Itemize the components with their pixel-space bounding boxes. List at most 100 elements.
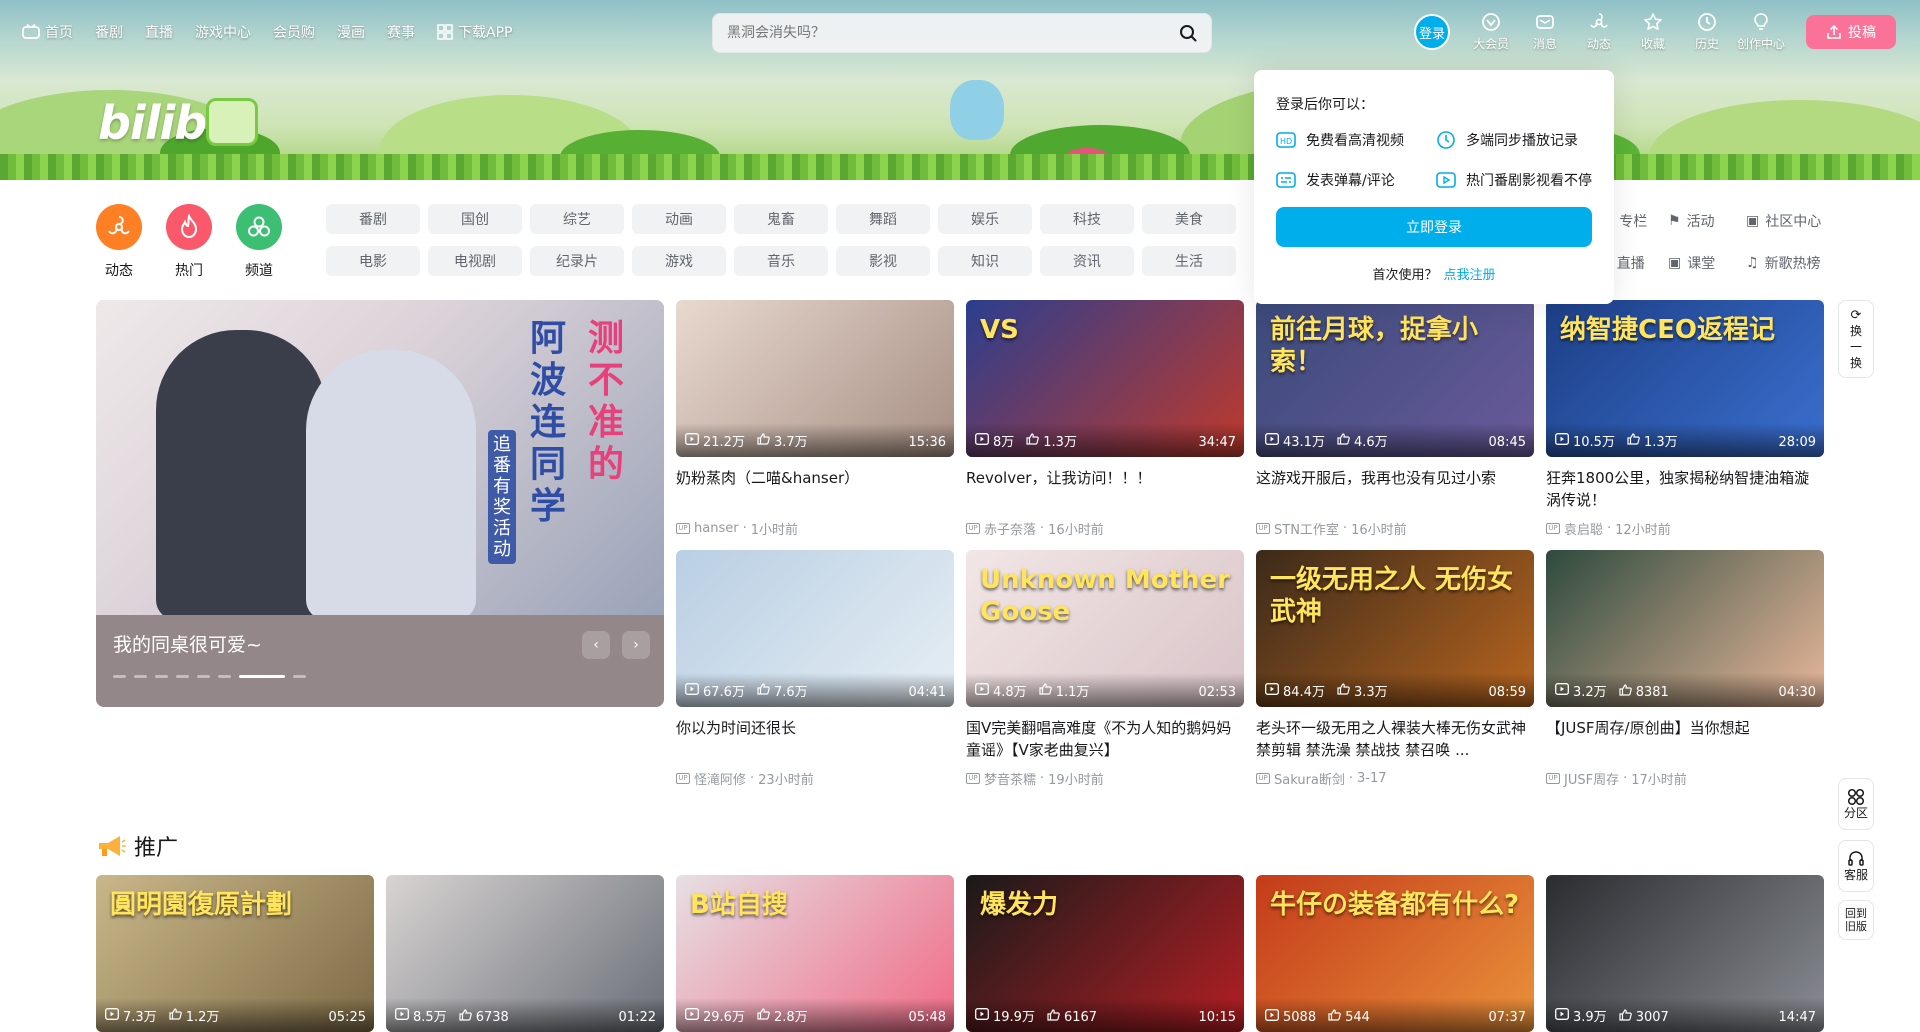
video-card[interactable]: 21.2万 3.7万 15:36 奶粉蒸肉（二喵&hanser） UP hanser · 1小… (676, 300, 954, 538)
nav-manga[interactable]: 漫画 (337, 22, 365, 42)
nav-vip[interactable]: 大会员 (1473, 12, 1509, 52)
video-thumbnail[interactable]: 8.5万 6738 01:22 (386, 875, 664, 1032)
nav-esports[interactable]: 赛事 (387, 22, 415, 42)
video-thumbnail[interactable]: 纳智捷CEO返程记 10.5万 1.3万 28:09 (1546, 300, 1824, 457)
login-avatar[interactable]: 登录 (1414, 14, 1450, 50)
category-chip[interactable]: 鬼畜 (734, 204, 828, 234)
video-thumbnail[interactable]: Unknown Mother Goose 4.8万 1.1万 02:53 (966, 550, 1244, 707)
video-meta[interactable]: UP hanser · 1小时前 (676, 519, 954, 538)
nav-game-center[interactable]: 游戏中心 (195, 22, 251, 42)
upload-button[interactable]: 投稿 (1806, 15, 1896, 49)
link-new-songs[interactable]: ♫ 新歌热榜 (1746, 253, 1821, 273)
link-classroom[interactable]: ▣ 课堂 (1668, 253, 1715, 273)
link-activity[interactable]: ⚑ 活动 (1668, 211, 1715, 231)
video-card[interactable]: 圓明園復原計劃 7.3万 1.2万 05:25 (96, 875, 374, 1032)
video-meta[interactable]: UP 梦音茶糯 · 19小时前 (966, 769, 1244, 788)
video-thumbnail[interactable]: 圓明園復原計劃 7.3万 1.2万 05:25 (96, 875, 374, 1032)
video-meta[interactable]: UP Sakura断剑 · 3-17 (1256, 769, 1534, 788)
carousel-dot[interactable] (155, 675, 168, 678)
video-thumbnail[interactable]: 一级无用之人 无伤女武神 84.4万 3.3万 08:59 (1256, 550, 1534, 707)
carousel-image[interactable]: 测不准的 阿波连同学 追番有奖活动 (96, 300, 664, 620)
category-chip[interactable]: 美食 (1142, 204, 1236, 234)
search-button[interactable] (1171, 17, 1205, 49)
category-chip[interactable]: 游戏 (632, 246, 726, 276)
video-title[interactable]: 奶粉蒸肉（二喵&hanser） (676, 467, 954, 511)
video-thumbnail[interactable]: 21.2万 3.7万 15:36 (676, 300, 954, 457)
category-chip[interactable]: 番剧 (326, 204, 420, 234)
register-link[interactable]: 点我注册 (1444, 268, 1496, 283)
video-card[interactable]: 纳智捷CEO返程记 10.5万 1.3万 28:09 狂奔1800公里，独家揭秘纳智捷油… (1546, 300, 1824, 538)
video-card[interactable]: 前往月球，捉拿小索！ 43.1万 4.6万 08:45 这游戏开服后，我再也没有见过小索… (1256, 300, 1534, 538)
video-card[interactable]: 牛仔の装备都有什么? 5088 544 07:37 (1256, 875, 1534, 1032)
video-thumbnail[interactable]: VS 8万 1.3万 34:47 (966, 300, 1244, 457)
video-meta[interactable]: UP JUSF周存 · 17小时前 (1546, 769, 1824, 788)
video-title[interactable]: 【JUSF周存/原创曲】当你想起 (1546, 717, 1824, 761)
video-meta[interactable]: UP 赤子奈落 · 16小时前 (966, 519, 1244, 538)
video-meta[interactable]: UP 袁启聪 · 12小时前 (1546, 519, 1824, 538)
video-title[interactable]: 你以为时间还很长 (676, 717, 954, 761)
carousel-title[interactable]: 我的同桌很可爱~ (113, 630, 262, 657)
carousel-dot[interactable] (134, 675, 147, 678)
nav-creator-center[interactable]: 创作中心 (1737, 12, 1785, 52)
category-chip[interactable]: 综艺 (530, 204, 624, 234)
category-chip[interactable]: 娱乐 (938, 204, 1032, 234)
category-chip[interactable]: 生活 (1142, 246, 1236, 276)
nav-member-shop[interactable]: 会员购 (273, 22, 315, 42)
nav-live[interactable]: 直播 (145, 22, 173, 42)
video-title[interactable]: 老头环一级无用之人裸装大棒无伤女武神 禁剪辑 禁洗澡 禁战技 禁召唤 ... (1256, 717, 1534, 761)
video-card[interactable]: B站自搜 29.6万 2.8万 05:48 (676, 875, 954, 1032)
video-card[interactable]: Unknown Mother Goose 4.8万 1.1万 02:53 国V完美翻唱高… (966, 550, 1244, 788)
refresh-button[interactable]: ⟳ 换一换 (1838, 300, 1874, 378)
carousel-dot-active[interactable] (239, 675, 285, 678)
carousel-dot[interactable] (218, 675, 231, 678)
channel-dynamic[interactable]: 动态 (89, 204, 149, 280)
video-thumbnail[interactable]: 3.9万 3007 14:47 (1546, 875, 1824, 1032)
nav-dynamic[interactable]: 动态 (1582, 12, 1616, 52)
category-chip[interactable]: 电视剧 (428, 246, 522, 276)
video-thumbnail[interactable]: 3.2万 8381 04:30 (1546, 550, 1824, 707)
nav-download-app[interactable]: 下载APP (437, 22, 512, 42)
carousel-dot[interactable] (293, 675, 306, 678)
category-chip[interactable]: 动画 (632, 204, 726, 234)
nav-favorites[interactable]: 收藏 (1636, 12, 1670, 52)
old-version-button[interactable]: 回到旧版 (1838, 900, 1874, 940)
video-card[interactable]: 67.6万 7.6万 04:41 你以为时间还很长 UP 怪滝阿修 · 23小时前 (676, 550, 954, 788)
video-title[interactable]: 这游戏开服后，我再也没有见过小索 (1256, 467, 1534, 511)
nav-messages[interactable]: 消息 (1528, 12, 1562, 52)
video-thumbnail[interactable]: 牛仔の装备都有什么? 5088 544 07:37 (1256, 875, 1534, 1032)
channel-channels[interactable]: 频道 (229, 204, 289, 280)
video-title[interactable]: 狂奔1800公里，独家揭秘纳智捷油箱漩涡传说！ (1546, 467, 1824, 511)
video-meta[interactable]: UP STN工作室 · 16小时前 (1256, 519, 1534, 538)
carousel-dot[interactable] (176, 675, 189, 678)
zone-button[interactable]: 分区 (1838, 778, 1874, 830)
video-thumbnail[interactable]: B站自搜 29.6万 2.8万 05:48 (676, 875, 954, 1032)
video-title[interactable]: Revolver，让我访问！！！ (966, 467, 1244, 511)
video-card[interactable]: 8.5万 6738 01:22 (386, 875, 664, 1032)
video-thumbnail[interactable]: 爆发力 19.9万 6167 10:15 (966, 875, 1244, 1032)
category-chip[interactable]: 电影 (326, 246, 420, 276)
category-chip[interactable]: 舞蹈 (836, 204, 930, 234)
category-chip[interactable]: 影视 (836, 246, 930, 276)
category-chip[interactable]: 科技 (1040, 204, 1134, 234)
nav-anime[interactable]: 番剧 (95, 22, 123, 42)
hero-carousel[interactable]: 测不准的 阿波连同学 追番有奖活动 我的同桌很可爱~ ‹ › (96, 300, 664, 707)
login-now-button[interactable]: 立即登录 (1276, 207, 1592, 247)
link-community[interactable]: ▣ 社区中心 (1746, 211, 1821, 231)
video-card[interactable]: 3.9万 3007 14:47 (1546, 875, 1824, 1032)
category-chip[interactable]: 纪录片 (530, 246, 624, 276)
category-chip[interactable]: 资讯 (1040, 246, 1134, 276)
category-chip[interactable]: 国创 (428, 204, 522, 234)
nav-home[interactable]: 首页 (22, 22, 73, 42)
carousel-next-button[interactable]: › (622, 631, 650, 659)
category-chip[interactable]: 知识 (938, 246, 1032, 276)
nav-history[interactable]: 历史 (1690, 12, 1724, 52)
video-card[interactable]: 3.2万 8381 04:30 【JUSF周存/原创曲】当你想起 UP JUSF周存 · 17… (1546, 550, 1824, 788)
category-chip[interactable]: 音乐 (734, 246, 828, 276)
video-title[interactable]: 国V完美翻唱高难度《不为人知的鹅妈妈童谣》【V家老曲复兴】 (966, 717, 1244, 761)
channel-hot[interactable]: 热门 (159, 204, 219, 280)
video-card[interactable]: 一级无用之人 无伤女武神 84.4万 3.3万 08:59 老头环一级无用之人裸装大棒无… (1256, 550, 1534, 788)
carousel-dot[interactable] (197, 675, 210, 678)
video-meta[interactable]: UP 怪滝阿修 · 23小时前 (676, 769, 954, 788)
video-card[interactable]: VS 8万 1.3万 34:47 Revolver，让我访问！！！ UP 赤子奈落 · 16小时… (966, 300, 1244, 538)
video-thumbnail[interactable]: 67.6万 7.6万 04:41 (676, 550, 954, 707)
